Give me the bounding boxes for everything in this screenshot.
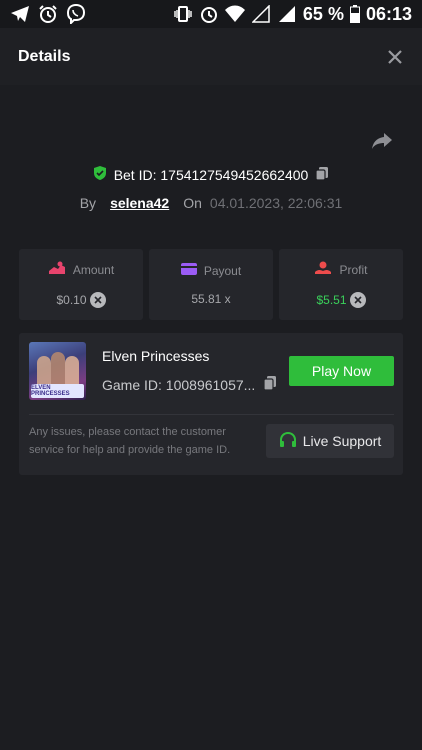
payout-card-icon	[180, 263, 197, 278]
telegram-icon	[10, 4, 30, 24]
viber-icon	[66, 4, 86, 24]
game-name: Elven Princesses	[102, 348, 210, 364]
stat-payout-head: Payout	[180, 263, 242, 278]
stat-amount-value: $0.10	[56, 293, 87, 307]
currency-x-icon	[89, 292, 106, 308]
stat-amount: Amount $0.10	[19, 249, 143, 320]
bet-date: 04.01.2023, 22:06:31	[209, 195, 343, 211]
page-title: Details	[18, 47, 71, 65]
battery-icon	[349, 4, 360, 24]
game-id: Game ID: 1008961057...	[102, 376, 256, 393]
game-logo: ELVEN PRINCESSES	[31, 384, 84, 398]
stat-profit-head: Profit	[314, 261, 368, 278]
vibrate-icon	[173, 4, 193, 24]
wifi-icon	[224, 4, 245, 24]
verified-shield-icon	[92, 165, 108, 184]
username-link[interactable]: selena42	[104, 195, 175, 211]
game-thumbnail[interactable]: ELVEN PRINCESSES	[29, 342, 86, 400]
copy-icon[interactable]	[263, 375, 277, 394]
bet-id: Bet ID: 1754127549452662400	[113, 166, 309, 183]
stat-payout-value: 55.81 x	[191, 292, 231, 306]
share-icon[interactable]	[371, 132, 393, 155]
game-logo-text: ELVEN PRINCESSES	[31, 385, 70, 397]
details-header: Details	[0, 28, 422, 85]
clock: 06:13	[365, 3, 412, 24]
details-content: Bet ID: 1754127549452662400 By selena42 …	[0, 85, 422, 475]
stat-amount-head: Amount	[48, 261, 114, 278]
share-row	[19, 85, 403, 161]
game-summary: ELVEN PRINCESSES Elven Princesses Game I…	[29, 342, 394, 400]
battery-percent: 65 %	[302, 3, 344, 24]
stat-payout: Payout 55.81 x	[149, 249, 273, 320]
close-icon[interactable]	[386, 48, 404, 66]
play-now-button[interactable]: Play Now	[289, 356, 394, 386]
live-support-button[interactable]: Live Support	[266, 424, 394, 458]
alarm-icon	[199, 4, 219, 24]
support-row: Any issues, please contact the customer …	[29, 415, 394, 467]
status-left	[10, 4, 86, 24]
amount-icon	[48, 261, 66, 278]
stat-profit-value-row: $5.51	[316, 292, 366, 308]
profit-icon	[314, 261, 332, 278]
stat-amount-value-row: $0.10	[56, 292, 106, 308]
live-support-label: Live Support	[302, 433, 382, 449]
status-right: 65 % 06:13	[173, 4, 412, 25]
alarm-icon	[38, 4, 58, 24]
currency-x-icon	[349, 292, 366, 308]
copy-icon[interactable]	[314, 165, 330, 184]
stat-profit: Profit $5.51	[279, 249, 403, 320]
headset-icon	[279, 431, 297, 452]
stat-profit-label: Profit	[339, 262, 368, 277]
game-id-row: Game ID: 1008961057...	[102, 375, 289, 394]
stat-payout-label: Payout	[203, 263, 242, 278]
game-info: Elven Princesses Game ID: 1008961057...	[102, 348, 289, 394]
game-card: ELVEN PRINCESSES Elven Princesses Game I…	[19, 333, 403, 475]
signal-icon	[277, 4, 297, 24]
support-text: Any issues, please contact the customer …	[29, 426, 231, 456]
on-label: On	[183, 195, 202, 211]
signal-icon	[251, 4, 271, 24]
bet-id-row: Bet ID: 1754127549452662400	[19, 165, 403, 184]
by-label: By	[79, 195, 97, 211]
bet-meta-row: By selena42 On 04.01.2023, 22:06:31	[19, 195, 403, 211]
stat-profit-value: $5.51	[316, 293, 347, 307]
stat-payout-value-row: 55.81 x	[191, 292, 230, 306]
status-bar: 65 % 06:13	[0, 0, 422, 28]
stat-amount-label: Amount	[72, 262, 115, 277]
bet-stats: Amount $0.10 Payout 55.81 x Profit $5.51	[19, 249, 403, 320]
